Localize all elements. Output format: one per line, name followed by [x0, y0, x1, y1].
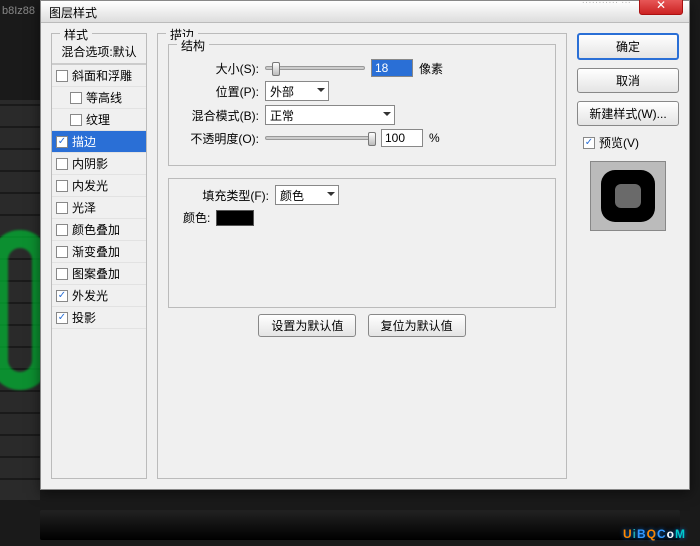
- header-faded-text: ··········· ···: [582, 0, 631, 8]
- size-slider[interactable]: [265, 66, 365, 70]
- watermark: UiBQCoM: [623, 521, 686, 544]
- style-checkbox[interactable]: [56, 224, 68, 236]
- style-item-7[interactable]: 颜色叠加: [52, 219, 146, 241]
- style-item-label: 内发光: [72, 177, 108, 194]
- style-item-label: 图案叠加: [72, 265, 120, 282]
- style-checkbox[interactable]: [56, 70, 68, 82]
- style-item-1[interactable]: 等高线: [52, 87, 146, 109]
- style-item-label: 内阴影: [72, 155, 108, 172]
- size-unit: 像素: [419, 60, 443, 77]
- color-label: 颜色:: [183, 209, 210, 226]
- style-checkbox[interactable]: ✓: [56, 136, 68, 148]
- new-style-button[interactable]: 新建样式(W)...: [577, 101, 679, 126]
- opacity-unit: %: [429, 131, 440, 145]
- style-item-label: 等高线: [86, 89, 122, 106]
- blend-mode-label: 混合模式(B):: [183, 107, 259, 124]
- style-item-label: 投影: [72, 309, 96, 326]
- structure-legend: 结构: [177, 37, 209, 54]
- opacity-input[interactable]: 100: [381, 129, 423, 147]
- size-label: 大小(S):: [183, 60, 259, 77]
- titlebar[interactable]: 图层样式 ··········· ··· ✕: [41, 1, 689, 23]
- size-input[interactable]: 18: [371, 59, 413, 77]
- cancel-button[interactable]: 取消: [577, 68, 679, 93]
- style-item-label: 描边: [72, 133, 96, 150]
- style-checkbox[interactable]: [70, 114, 82, 126]
- style-checkbox[interactable]: [56, 158, 68, 170]
- style-item-9[interactable]: 图案叠加: [52, 263, 146, 285]
- style-item-4[interactable]: 内阴影: [52, 153, 146, 175]
- reset-default-button[interactable]: 复位为默认值: [368, 314, 466, 337]
- position-select[interactable]: 外部: [265, 81, 329, 101]
- style-checkbox[interactable]: [56, 246, 68, 258]
- chevron-down-icon: [383, 112, 391, 120]
- opacity-label: 不透明度(O):: [183, 130, 259, 147]
- ok-button[interactable]: 确定: [577, 33, 679, 60]
- position-label: 位置(P):: [183, 83, 259, 100]
- fill-group: 填充类型(F): 颜色 颜色:: [168, 178, 556, 308]
- chevron-down-icon: [317, 88, 325, 96]
- style-checkbox[interactable]: ✓: [56, 312, 68, 324]
- style-checkbox[interactable]: [56, 268, 68, 280]
- style-item-2[interactable]: 纹理: [52, 109, 146, 131]
- style-item-5[interactable]: 内发光: [52, 175, 146, 197]
- dialog-title: 图层样式: [49, 6, 97, 20]
- style-checkbox[interactable]: [56, 180, 68, 192]
- close-button[interactable]: ✕: [639, 0, 683, 15]
- style-item-label: 光泽: [72, 199, 96, 216]
- style-item-3[interactable]: ✓ 描边: [52, 131, 146, 153]
- bg-label: b8Iz88: [2, 5, 35, 17]
- styles-legend: 样式: [60, 26, 92, 43]
- fill-type-select[interactable]: 颜色: [275, 185, 339, 205]
- style-checkbox[interactable]: [70, 92, 82, 104]
- preview-thumbnail: [590, 161, 666, 231]
- style-item-label: 渐变叠加: [72, 243, 120, 260]
- opacity-slider[interactable]: [265, 136, 375, 140]
- style-checkbox[interactable]: ✓: [56, 290, 68, 302]
- layer-style-dialog: 图层样式 ··········· ··· ✕ 样式 混合选项:默认 斜面和浮雕等…: [40, 0, 690, 490]
- preview-checkbox[interactable]: ✓: [583, 137, 595, 149]
- blend-mode-select[interactable]: 正常: [265, 105, 395, 125]
- style-item-6[interactable]: 光泽: [52, 197, 146, 219]
- style-item-10[interactable]: ✓ 外发光: [52, 285, 146, 307]
- make-default-button[interactable]: 设置为默认值: [258, 314, 356, 337]
- style-item-0[interactable]: 斜面和浮雕: [52, 65, 146, 87]
- style-item-label: 外发光: [72, 287, 108, 304]
- color-swatch[interactable]: [216, 210, 254, 226]
- close-icon: ✕: [656, 0, 666, 12]
- footer-bar: [40, 510, 680, 540]
- style-item-label: 纹理: [86, 111, 110, 128]
- style-item-8[interactable]: 渐变叠加: [52, 241, 146, 263]
- style-item-11[interactable]: ✓ 投影: [52, 307, 146, 329]
- preview-label: 预览(V): [599, 134, 639, 151]
- style-item-label: 斜面和浮雕: [72, 67, 132, 84]
- structure-group: 结构 大小(S): 18 像素 位置(P): 外部 混合模式(B): 正常: [168, 44, 556, 166]
- chevron-down-icon: [327, 192, 335, 200]
- fill-type-label: 填充类型(F):: [183, 187, 269, 204]
- style-item-label: 颜色叠加: [72, 221, 120, 238]
- style-checkbox[interactable]: [56, 202, 68, 214]
- blend-options-header[interactable]: 混合选项:默认: [52, 40, 146, 64]
